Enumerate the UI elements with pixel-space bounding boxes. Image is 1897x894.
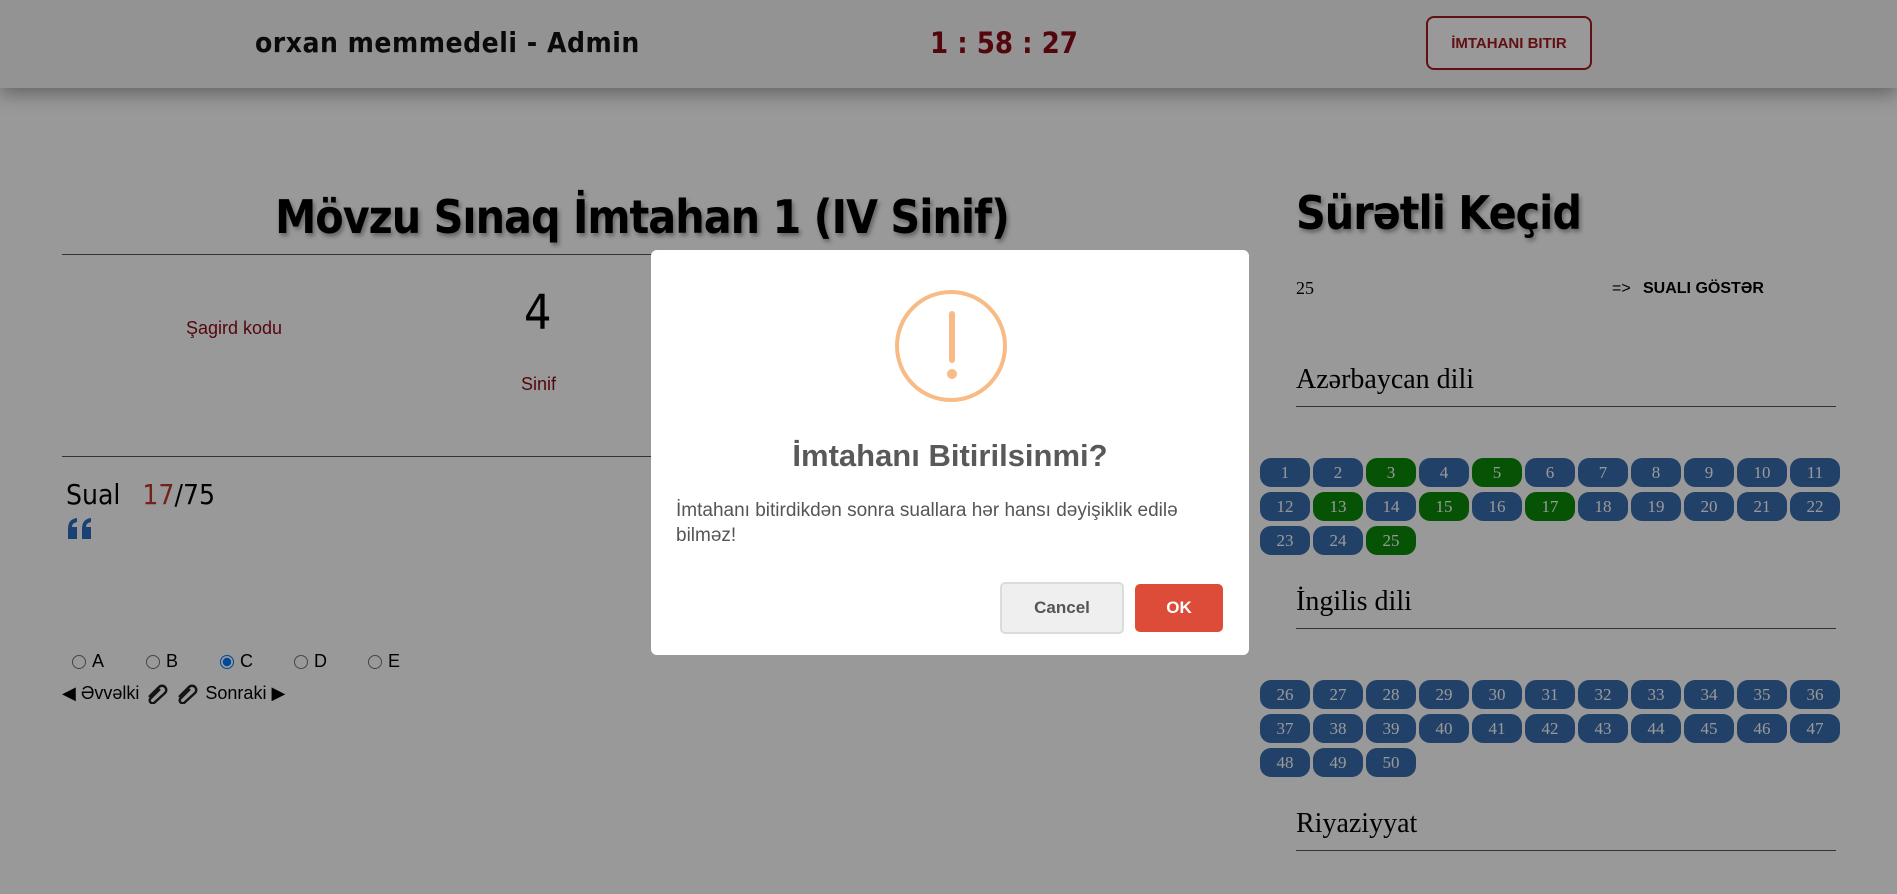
ok-button[interactable]: OK [1135, 584, 1223, 632]
confirm-dialog: İmtahanı Bitirilsinmi? İmtahanı bitirdik… [651, 250, 1249, 655]
dialog-message: İmtahanı bitirdikdən sonra suallara hər … [676, 500, 1178, 546]
exclamation-warning-icon [895, 290, 1007, 402]
cancel-button[interactable]: Cancel [1000, 582, 1124, 634]
dialog-title: İmtahanı Bitirilsinmi? [792, 438, 1108, 473]
